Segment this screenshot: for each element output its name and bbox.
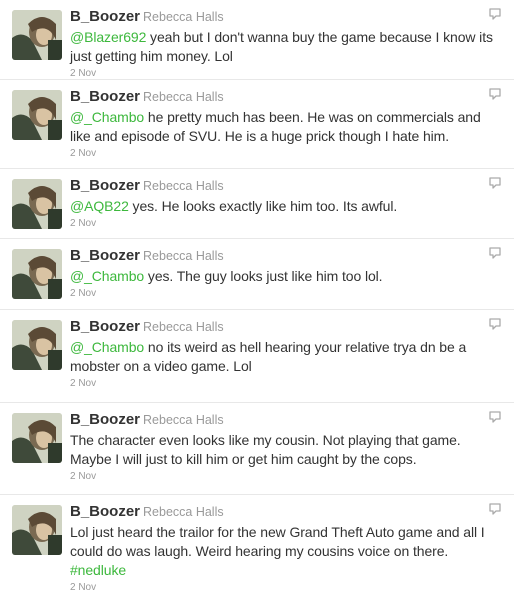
real-name: Rebecca Halls	[143, 413, 224, 427]
tweet-timestamp[interactable]: 2 Nov	[70, 471, 504, 483]
avatar[interactable]	[12, 505, 62, 555]
reply-icon[interactable]	[488, 246, 502, 260]
tweet-text: @Blazer692 yeah but I don't wanna buy th…	[70, 28, 504, 66]
real-name: Rebecca Halls	[143, 320, 224, 334]
tweet-timestamp[interactable]: 2 Nov	[70, 582, 504, 594]
tweet-item[interactable]: B_Boozer Rebecca Halls @_Chambo yes. The …	[0, 239, 514, 310]
tweet-timestamp[interactable]: 2 Nov	[70, 68, 504, 80]
tweet-timeline: B_Boozer Rebecca Halls @Blazer692 yeah bu…	[0, 0, 514, 605]
tweet-item[interactable]: B_Boozer Rebecca Halls @_Chambo no its we…	[0, 310, 514, 403]
tweet-header: B_Boozer Rebecca Halls	[70, 318, 504, 336]
hashtag-link[interactable]: #nedluke	[70, 562, 126, 578]
tweet-item[interactable]: B_Boozer Rebecca Halls @AQB22 yes. He loo…	[0, 169, 514, 239]
username[interactable]: B_Boozer	[70, 411, 140, 428]
username[interactable]: B_Boozer	[70, 8, 140, 25]
avatar[interactable]	[12, 179, 62, 229]
reply-icon[interactable]	[488, 87, 502, 101]
tweet-timestamp[interactable]: 2 Nov	[70, 218, 504, 230]
tweet-text: @AQB22 yes. He looks exactly like him to…	[70, 197, 504, 216]
mention-link[interactable]: @_Chambo	[70, 109, 144, 125]
mention-link[interactable]: @_Chambo	[70, 268, 144, 284]
avatar[interactable]	[12, 249, 62, 299]
tweet-timestamp[interactable]: 2 Nov	[70, 288, 504, 300]
tweet-body: yes. The guy looks just like him too lol…	[144, 268, 383, 284]
avatar[interactable]	[12, 90, 62, 140]
reply-icon[interactable]	[488, 7, 502, 21]
avatar[interactable]	[12, 320, 62, 370]
tweet-text: @_Chambo he pretty much has been. He was…	[70, 108, 504, 146]
tweet-header: B_Boozer Rebecca Halls	[70, 177, 504, 195]
real-name: Rebecca Halls	[143, 179, 224, 193]
username[interactable]: B_Boozer	[70, 88, 140, 105]
tweet-item[interactable]: B_Boozer Rebecca Halls @_Chambo he pretty…	[0, 80, 514, 169]
tweet-body: yes. He looks exactly like him too. Its …	[128, 198, 398, 214]
mention-link[interactable]: @_Chambo	[70, 339, 144, 355]
reply-icon[interactable]	[488, 502, 502, 516]
tweet-text: The character even looks like my cousin.…	[70, 431, 504, 469]
real-name: Rebecca Halls	[143, 90, 224, 104]
real-name: Rebecca Halls	[143, 249, 224, 263]
real-name: Rebecca Halls	[143, 505, 224, 519]
tweet-text: @_Chambo no its weird as hell hearing yo…	[70, 338, 504, 376]
mention-link[interactable]: @Blazer692	[70, 29, 146, 45]
username[interactable]: B_Boozer	[70, 318, 140, 335]
avatar[interactable]	[12, 413, 62, 463]
tweet-item[interactable]: B_Boozer Rebecca Halls The character even…	[0, 403, 514, 495]
tweet-header: B_Boozer Rebecca Halls	[70, 503, 504, 521]
reply-icon[interactable]	[488, 176, 502, 190]
tweet-header: B_Boozer Rebecca Halls	[70, 88, 504, 106]
tweet-timestamp[interactable]: 2 Nov	[70, 378, 504, 390]
tweet-text: @_Chambo yes. The guy looks just like hi…	[70, 267, 504, 286]
tweet-body: The character even looks like my cousin.…	[70, 432, 461, 467]
avatar[interactable]	[12, 10, 62, 60]
mention-link[interactable]: @AQB22	[70, 198, 129, 214]
tweet-body: Lol just heard the trailor for the new G…	[70, 524, 485, 559]
tweet-item[interactable]: B_Boozer Rebecca Halls Lol just heard the…	[0, 495, 514, 605]
real-name: Rebecca Halls	[143, 10, 224, 24]
tweet-item[interactable]: B_Boozer Rebecca Halls @Blazer692 yeah bu…	[0, 0, 514, 80]
reply-icon[interactable]	[488, 317, 502, 331]
tweet-timestamp[interactable]: 2 Nov	[70, 148, 504, 160]
tweet-header: B_Boozer Rebecca Halls	[70, 247, 504, 265]
username[interactable]: B_Boozer	[70, 247, 140, 264]
tweet-header: B_Boozer Rebecca Halls	[70, 8, 504, 26]
reply-icon[interactable]	[488, 410, 502, 424]
tweet-header: B_Boozer Rebecca Halls	[70, 411, 504, 429]
username[interactable]: B_Boozer	[70, 503, 140, 520]
username[interactable]: B_Boozer	[70, 177, 140, 194]
tweet-text: Lol just heard the trailor for the new G…	[70, 523, 504, 580]
